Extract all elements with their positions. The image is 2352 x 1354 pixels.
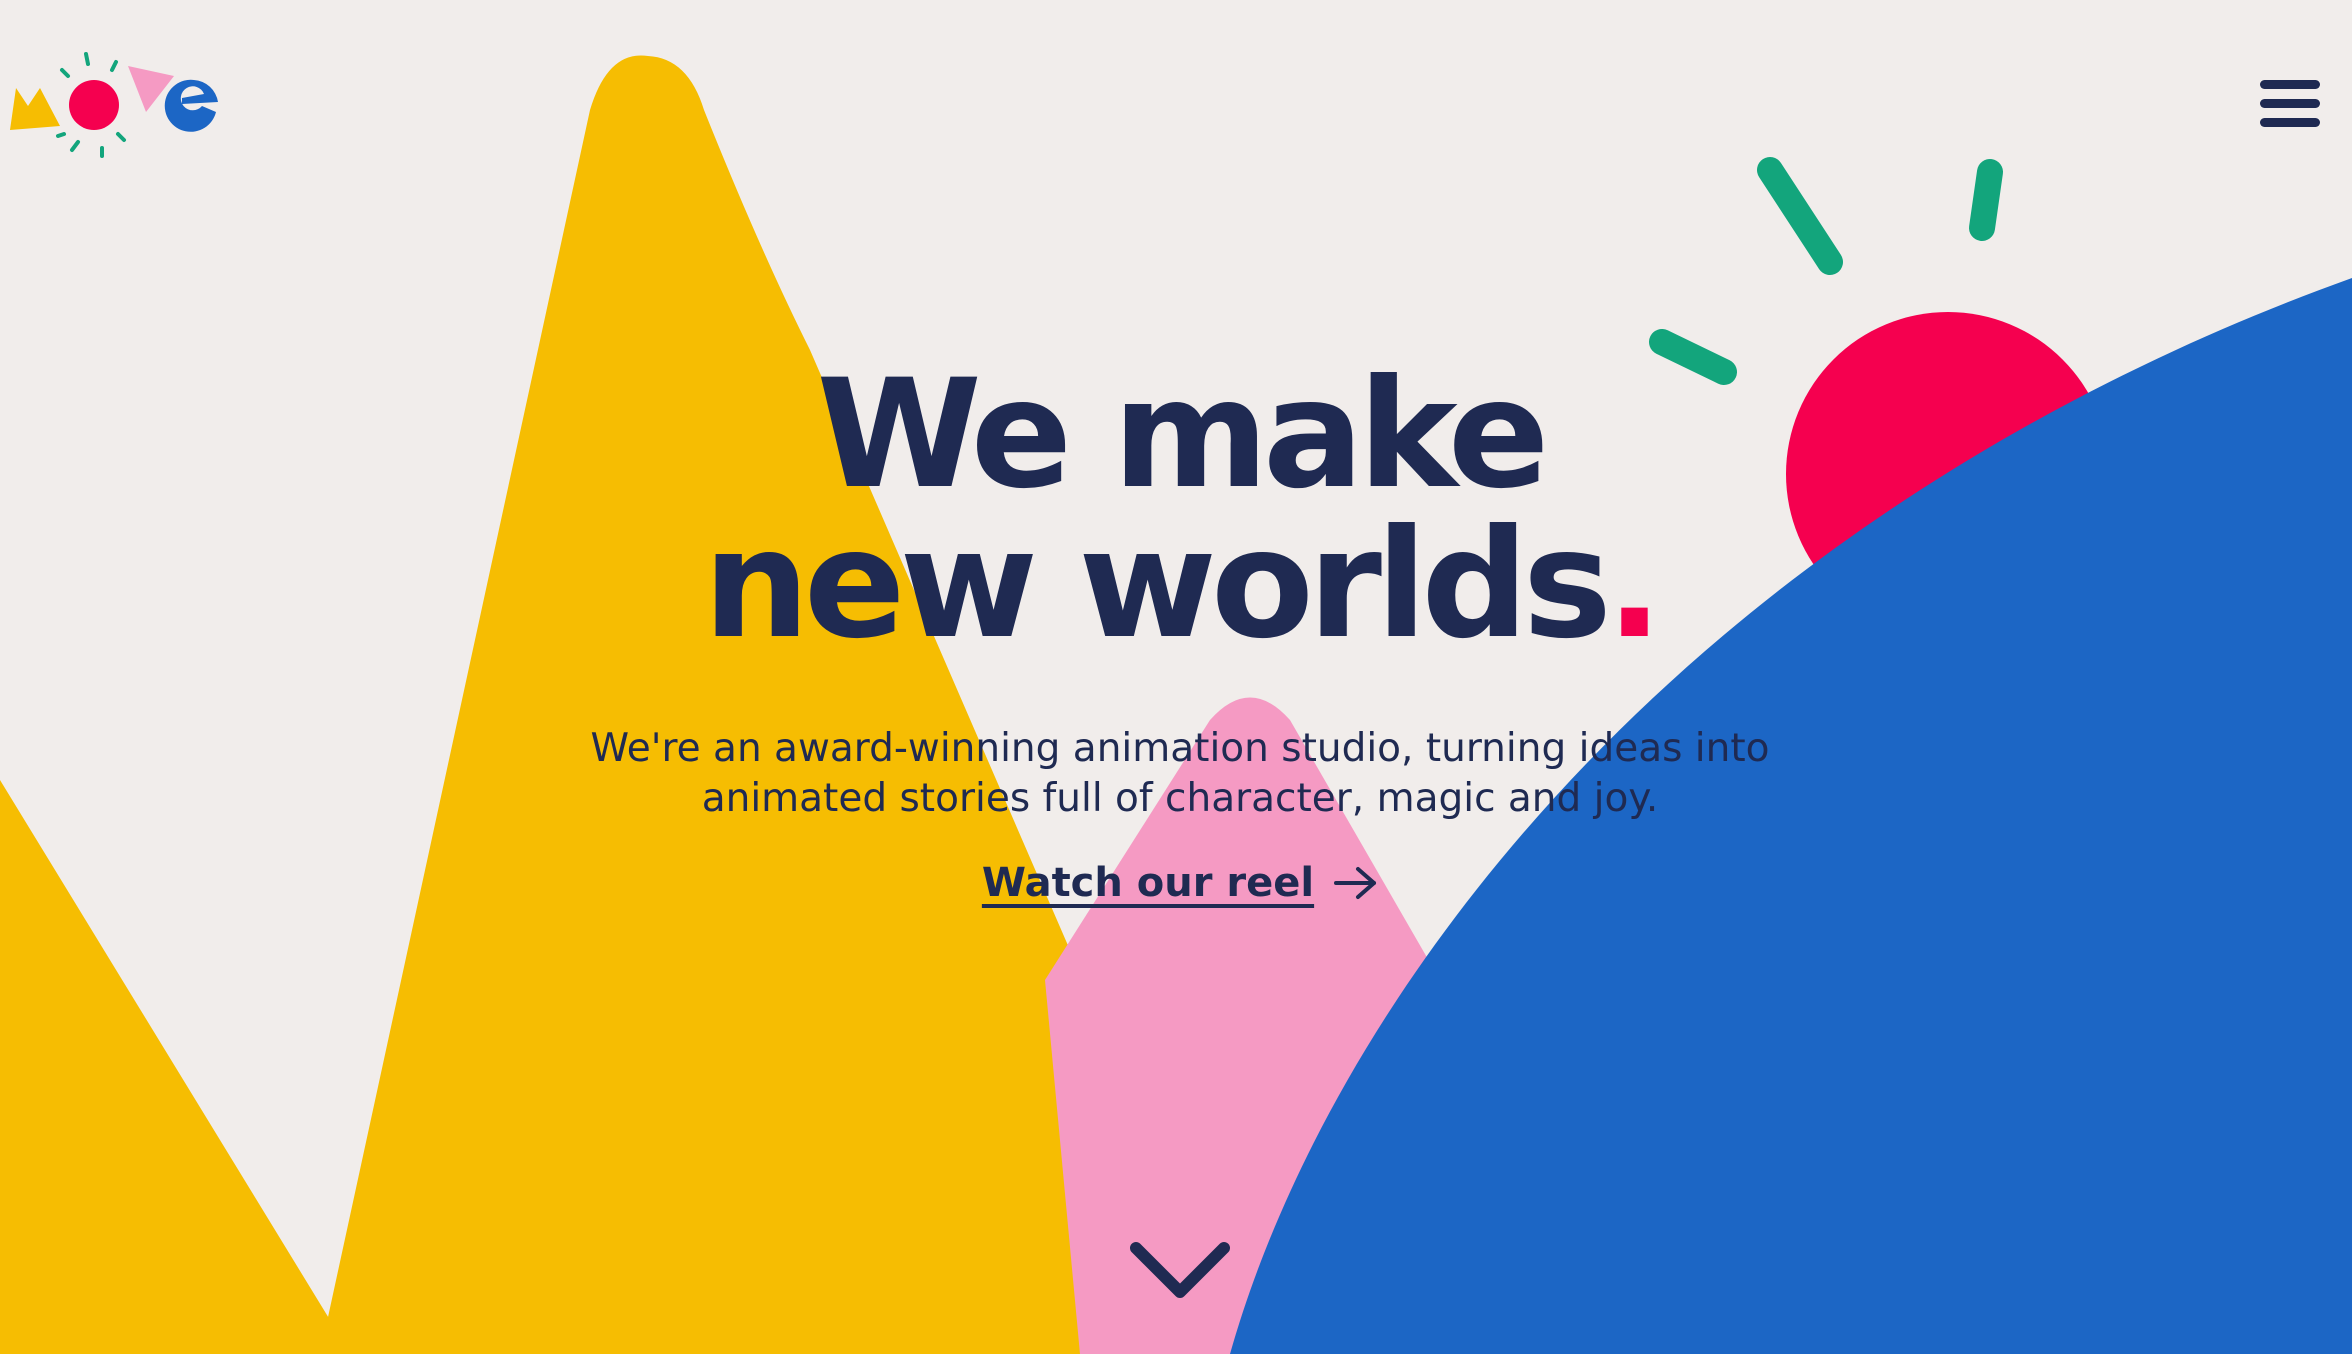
yellow-mountain-left bbox=[0, 780, 340, 1354]
hamburger-menu-icon-bar bbox=[2260, 80, 2320, 89]
hero-section: We make new worlds. We're an award-winni… bbox=[560, 360, 1800, 906]
menu-button[interactable] bbox=[2260, 80, 2324, 132]
hamburger-menu-icon-bar bbox=[2260, 99, 2320, 108]
headline-line-2: new worlds. bbox=[560, 510, 1800, 660]
sun-ray bbox=[1757, 157, 1843, 275]
hero-subtitle: We're an award-winning animation studio,… bbox=[560, 724, 1800, 824]
watch-reel-link[interactable]: Watch our reel bbox=[982, 860, 1378, 906]
chevron-down-icon bbox=[1130, 1242, 1230, 1298]
headline-dot: . bbox=[1606, 498, 1663, 672]
subtitle-line-1: We're an award-winning animation studio,… bbox=[590, 726, 1770, 771]
headline-line-2-text: new worlds bbox=[703, 498, 1612, 672]
scroll-down-button[interactable] bbox=[1128, 1240, 1232, 1304]
headline-line-1: We make bbox=[816, 348, 1549, 522]
hamburger-menu-icon-bar bbox=[2260, 118, 2320, 127]
subtitle-line-2: animated stories full of character, magi… bbox=[701, 776, 1659, 821]
arrow-right-icon bbox=[1334, 867, 1377, 899]
watch-reel-label: Watch our reel bbox=[981, 860, 1315, 906]
hero-headline: We make new worlds. bbox=[560, 360, 1800, 660]
move-logo-icon bbox=[10, 52, 218, 158]
logo[interactable] bbox=[6, 50, 222, 160]
page: We make new worlds. We're an award-winni… bbox=[0, 0, 2352, 1354]
sun-ray bbox=[1969, 159, 2003, 241]
